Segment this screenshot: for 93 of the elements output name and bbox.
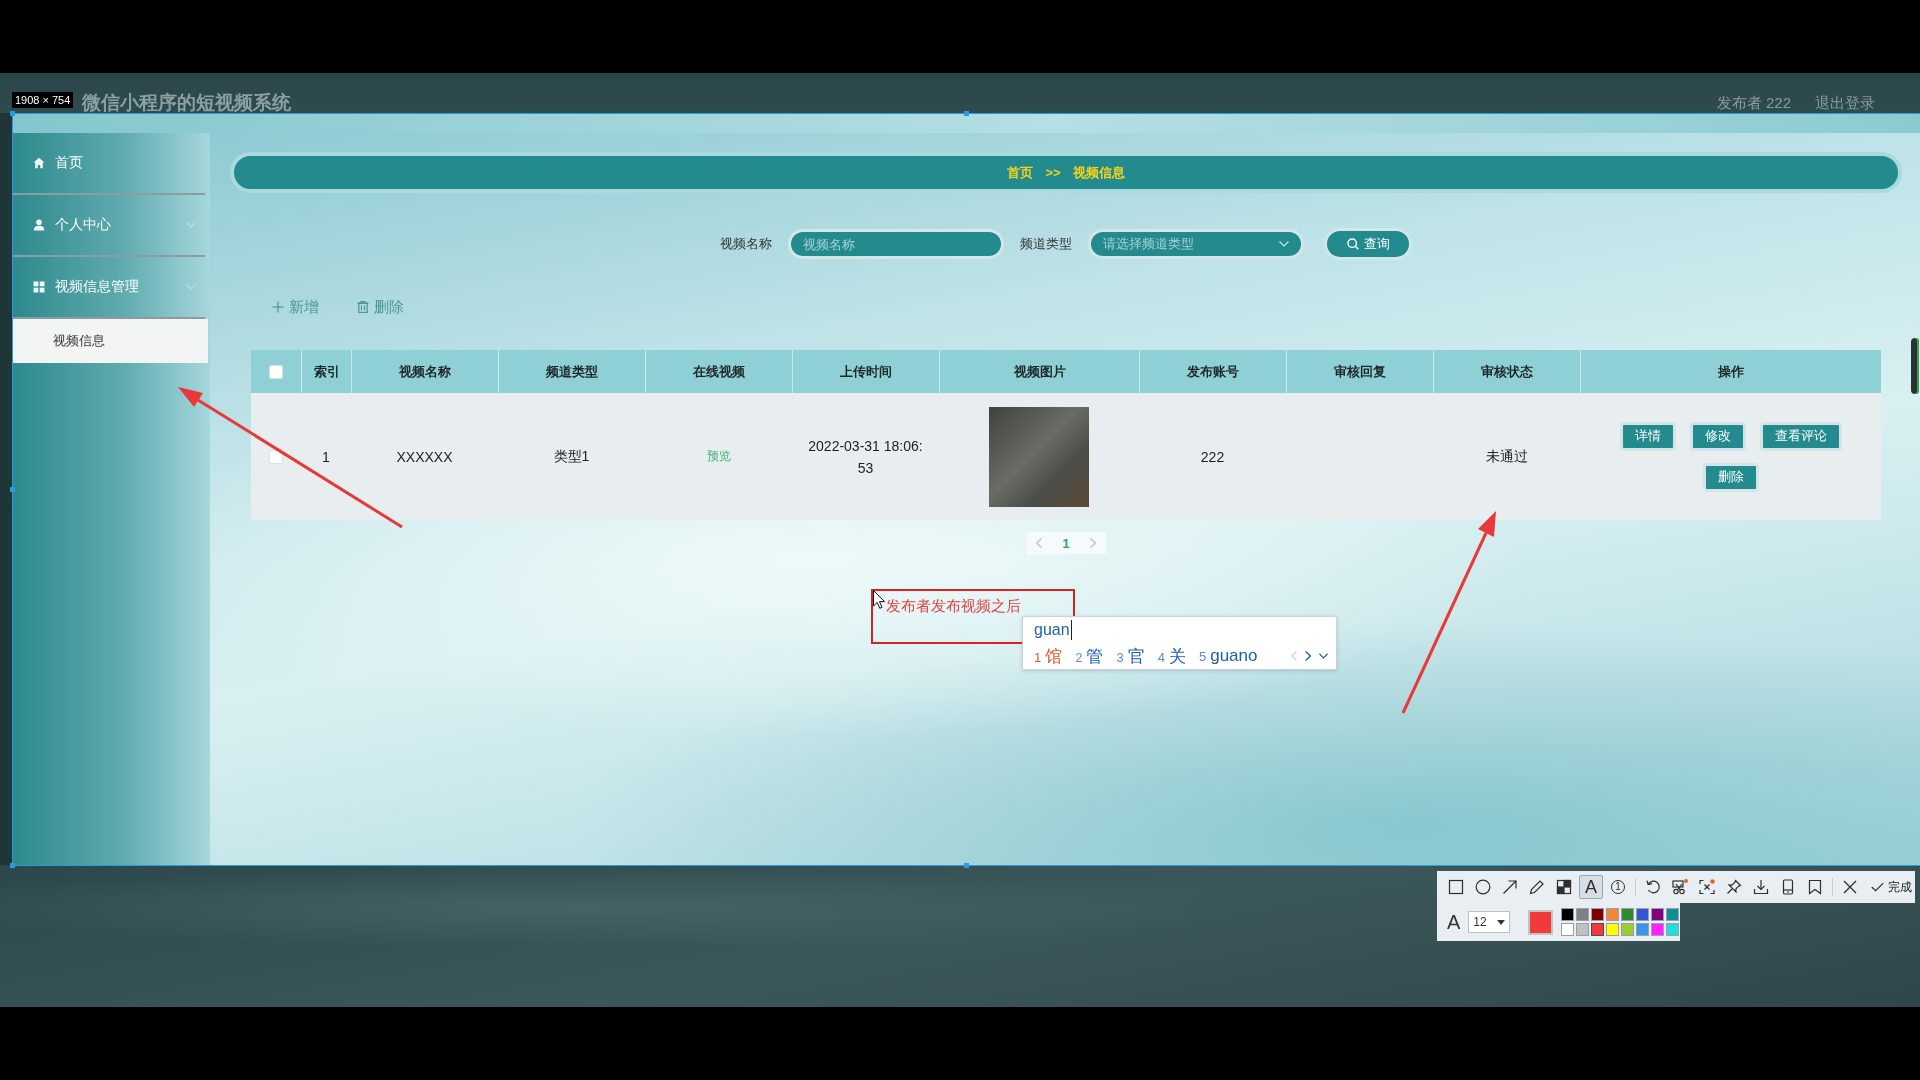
color-swatch-icon[interactable] xyxy=(1561,923,1575,936)
checkbox[interactable] xyxy=(269,364,283,379)
ime-composition-text: guan xyxy=(1034,620,1072,640)
color-swatch-icon[interactable] xyxy=(1591,923,1605,936)
color-swatch-icon[interactable] xyxy=(1666,923,1680,936)
table-cell-text: 1 xyxy=(321,447,331,467)
pencil-icon xyxy=(1529,879,1545,895)
search-button[interactable]: 查询 xyxy=(1324,228,1412,260)
chevron-down-icon xyxy=(1279,241,1289,247)
text-tool-button[interactable]: A xyxy=(1579,875,1603,899)
resize-handle[interactable] xyxy=(10,863,15,868)
check-icon xyxy=(1871,882,1884,892)
breadcrumb-current: 视频信息 xyxy=(1072,163,1125,182)
arrow-icon xyxy=(1502,879,1518,895)
square-icon xyxy=(1448,879,1464,895)
sidebar-item[interactable]: 首页 xyxy=(12,133,210,193)
phone-icon[interactable] xyxy=(1780,879,1796,895)
plus-icon xyxy=(272,301,284,313)
delete-button[interactable]: 删除 xyxy=(357,297,404,317)
breadcrumb-separator: >> xyxy=(1045,165,1061,180)
caret-icon xyxy=(1497,919,1506,925)
undo-icon[interactable] xyxy=(1645,879,1661,895)
scrollbar-thumb[interactable] xyxy=(1911,338,1919,394)
circle-icon xyxy=(1475,879,1491,895)
table-cell-text: XXXXXX xyxy=(395,447,454,467)
done-button[interactable]: 完成 xyxy=(1871,878,1912,896)
resize-handle[interactable] xyxy=(10,111,15,116)
chevron-right-icon[interactable] xyxy=(1305,651,1311,661)
selection-size-label: 1908 × 754 xyxy=(12,92,74,108)
current-color-swatch[interactable] xyxy=(1528,909,1554,935)
sidebar-item[interactable]: 个人中心 xyxy=(12,195,210,255)
user-icon xyxy=(33,219,45,231)
chevron-down-icon xyxy=(186,284,196,290)
logout-link[interactable]: 退出登录 xyxy=(1815,94,1875,112)
sidebar-item[interactable]: 视频信息管理 xyxy=(12,257,210,317)
bookmark-icon[interactable] xyxy=(1807,879,1823,895)
font-size-dropdown[interactable]: 12 xyxy=(1468,911,1511,933)
breadcrumb-link[interactable]: 首页 xyxy=(1007,163,1034,182)
resize-handle[interactable] xyxy=(964,863,969,868)
scan-frame-icon[interactable] xyxy=(1699,879,1715,895)
download-icon[interactable] xyxy=(1753,879,1769,895)
page-number[interactable]: 1 xyxy=(1062,535,1070,551)
add-button[interactable]: 新增 xyxy=(272,297,319,317)
pin-icon[interactable] xyxy=(1726,879,1742,895)
field-label: 频道类型 xyxy=(1020,235,1072,253)
close-icon[interactable] xyxy=(1842,879,1858,895)
delete-button[interactable]: 删除 xyxy=(1702,462,1759,492)
ime-candidate[interactable]: 3 官 xyxy=(1116,644,1145,668)
mouse-pointer-icon xyxy=(873,590,885,609)
color-swatch-icon[interactable] xyxy=(1606,908,1620,921)
app-title: 微信小程序的短视频系统 xyxy=(82,93,291,113)
trash-icon xyxy=(357,301,369,313)
color-swatch-icon[interactable] xyxy=(1666,908,1680,921)
resize-handle[interactable] xyxy=(964,111,969,116)
field-label: 视频名称 xyxy=(720,235,772,253)
color-swatch-icon[interactable] xyxy=(1636,923,1650,936)
user-name: 发布者 222 xyxy=(1716,94,1791,112)
view-comments-button[interactable]: 查看评论 xyxy=(1759,421,1842,451)
color-swatch-icon[interactable] xyxy=(1576,923,1590,936)
chevron-down-icon[interactable] xyxy=(1319,653,1328,659)
chevron-down-icon xyxy=(186,222,196,228)
edit-button[interactable]: 修改 xyxy=(1689,421,1746,451)
color-swatch-icon[interactable] xyxy=(1651,923,1665,936)
color-swatch-icon[interactable] xyxy=(1561,908,1575,921)
ime-candidate[interactable]: 2 管 xyxy=(1075,644,1104,668)
color-swatch-icon[interactable] xyxy=(1591,908,1605,921)
scissors-icon[interactable] xyxy=(1672,879,1688,895)
color-swatch-icon[interactable] xyxy=(1621,923,1635,936)
annotation-text: 发布者发布视频之后 xyxy=(886,597,1021,614)
preview-link[interactable]: 预览 xyxy=(706,448,731,465)
ime-candidate[interactable]: 1 馆 xyxy=(1034,644,1063,668)
table-cell-text: 222 xyxy=(1199,447,1226,467)
select-field[interactable]: 请选择频道类型 xyxy=(1088,229,1304,259)
ime-candidate[interactable]: 5 guano xyxy=(1198,646,1258,666)
color-swatch-icon[interactable] xyxy=(1606,923,1620,936)
home-icon xyxy=(33,157,45,169)
mosaic-icon xyxy=(1556,879,1572,895)
table-cell-text: 未通过 xyxy=(1484,446,1529,466)
font-label: A xyxy=(1447,912,1461,932)
color-swatch-icon[interactable] xyxy=(1651,908,1665,921)
color-swatch-icon[interactable] xyxy=(1576,908,1590,921)
number-tool-button[interactable]: 1 xyxy=(1606,875,1630,899)
ime-candidate[interactable]: 4 关 xyxy=(1157,644,1186,668)
color-swatch-icon[interactable] xyxy=(1621,908,1635,921)
resize-handle[interactable] xyxy=(10,487,15,492)
table-cell-text: 类型1 xyxy=(552,446,591,466)
details-button[interactable]: 详情 xyxy=(1619,421,1676,451)
search-icon xyxy=(1346,238,1359,250)
sidebar-subitem[interactable]: 视频信息 xyxy=(12,319,208,363)
grid-icon xyxy=(33,281,45,293)
color-swatch-icon[interactable] xyxy=(1636,908,1650,921)
search-input[interactable]: 视频名称 xyxy=(788,229,1004,259)
table-cell-text: 2022-03-31 18:06:53 xyxy=(807,436,924,478)
